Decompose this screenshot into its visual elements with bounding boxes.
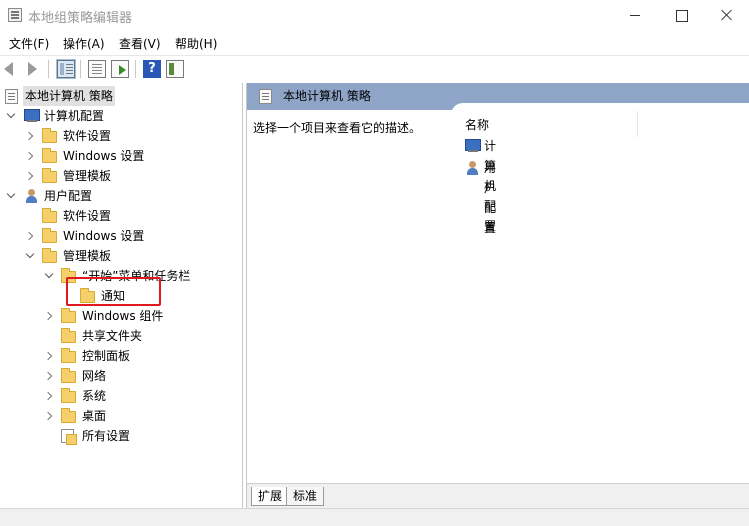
help-icon[interactable]: ? [143, 60, 161, 78]
policy-doc-icon [5, 89, 18, 104]
tree-pane-icon[interactable] [56, 59, 76, 79]
folder-icon [61, 348, 76, 363]
computer-icon [465, 139, 481, 153]
tree-item-label: 软件设置 [63, 209, 112, 223]
tree-item-desktop[interactable]: 桌面 [0, 406, 240, 426]
forward-arrow-icon[interactable] [28, 62, 37, 76]
all-settings-icon [61, 429, 77, 445]
maximize-button[interactable] [658, 0, 704, 31]
user-icon [24, 189, 40, 204]
tree-item-label: 共享文件夹 [82, 329, 143, 343]
folder-icon [61, 308, 76, 323]
folder-icon [42, 148, 57, 163]
folder-icon [61, 408, 76, 423]
close-button[interactable] [704, 0, 749, 31]
expand-chevron-icon[interactable] [44, 269, 54, 279]
menu-help[interactable]: 帮助(H) [175, 35, 217, 52]
policy-doc-icon [259, 89, 272, 104]
status-bar [0, 508, 749, 526]
folder-icon [61, 368, 76, 383]
tree-item-label: 系统 [82, 389, 107, 403]
tree-item-user-config[interactable]: 用户配置 [0, 186, 240, 206]
export-list-icon[interactable] [111, 60, 129, 78]
tree-item-label: 网络 [82, 369, 107, 383]
menu-bar: 文件(F) 操作(A) 查看(V) 帮助(H) [0, 33, 749, 54]
expand-chevron-icon[interactable] [25, 249, 35, 259]
collapse-chevron-icon[interactable] [43, 411, 53, 421]
folder-icon [42, 168, 57, 183]
tree-item-admin-templates[interactable]: 管理模板 [0, 246, 240, 266]
tree-item-label: Windows 设置 [63, 229, 145, 243]
tree-item-shared-folders[interactable]: 共享文件夹 [0, 326, 240, 346]
tab-extended[interactable]: 扩展 [251, 487, 290, 506]
detail-list[interactable]: 名称 计算机配置 用户配置 [451, 103, 749, 485]
tree-item-computer-config[interactable]: 计算机配置 [0, 106, 240, 126]
view-icon[interactable] [166, 60, 184, 78]
tree-root[interactable]: 本地计算机 策略 [0, 86, 240, 106]
folder-icon [42, 128, 57, 143]
properties-icon[interactable] [88, 60, 106, 78]
tab-standard[interactable]: 标准 [286, 487, 325, 506]
menu-view[interactable]: 查看(V) [119, 35, 161, 52]
column-separator[interactable] [637, 111, 638, 137]
tree-item-software-settings[interactable]: 软件设置 [0, 206, 240, 226]
column-header-name[interactable]: 名称 [465, 116, 489, 133]
tree-item-software-settings[interactable]: 软件设置 [0, 126, 240, 146]
collapse-chevron-icon[interactable] [43, 391, 53, 401]
title-bar: 本地组策略编辑器 [0, 0, 749, 31]
list-item-label: 用户配置 [484, 161, 497, 235]
expand-chevron-icon[interactable] [6, 189, 16, 199]
tree-item-label: Windows 组件 [82, 309, 164, 323]
tree-item-label: 桌面 [82, 409, 107, 423]
detail-pane: 本地计算机 策略 选择一个项目来查看它的描述。 名称 计算机配置 用户配置 扩展… [246, 83, 749, 508]
tree-item-all-settings[interactable]: 所有设置 [0, 426, 240, 446]
tree-item-label: 用户配置 [44, 189, 93, 203]
tree-item-control-panel[interactable]: 控制面板 [0, 346, 240, 366]
tree-item-label: 控制面板 [82, 349, 131, 363]
collapse-chevron-icon[interactable] [24, 131, 34, 141]
folder-icon [42, 228, 57, 243]
window-title: 本地组策略编辑器 [28, 11, 133, 26]
highlight-annotation [66, 277, 161, 306]
minimize-button[interactable] [612, 0, 658, 31]
tree-item-windows-settings[interactable]: Windows 设置 [0, 146, 240, 166]
tree-item-label: 计算机配置 [44, 109, 105, 123]
detail-description: 选择一个项目来查看它的描述。 [253, 121, 422, 135]
toolbar: ? [0, 55, 749, 82]
tree-item-label: 软件设置 [63, 129, 112, 143]
folder-icon [61, 388, 76, 403]
folder-icon [42, 208, 57, 223]
tree-item-admin-templates[interactable]: 管理模板 [0, 166, 240, 186]
computer-icon [24, 109, 40, 123]
toolbar-separator [80, 60, 81, 78]
view-tabs: 扩展 标准 [247, 483, 749, 508]
collapse-chevron-icon[interactable] [24, 151, 34, 161]
back-arrow-icon[interactable] [4, 62, 13, 76]
tree-item-system[interactable]: 系统 [0, 386, 240, 406]
menu-file[interactable]: 文件(F) [9, 35, 49, 52]
tree-item-windows-settings[interactable]: Windows 设置 [0, 226, 240, 246]
tree-item-network[interactable]: 网络 [0, 366, 240, 386]
tree-item-label: 管理模板 [63, 249, 112, 263]
tree-root-label: 本地计算机 策略 [23, 86, 115, 106]
tree-item-label: Windows 设置 [63, 149, 145, 163]
detail-header-title: 本地计算机 策略 [283, 89, 371, 103]
app-icon [8, 8, 22, 22]
collapse-chevron-icon[interactable] [43, 371, 53, 381]
tree-item-windows-components[interactable]: Windows 组件 [0, 306, 240, 326]
collapse-chevron-icon[interactable] [24, 171, 34, 181]
toolbar-separator [48, 60, 49, 78]
collapse-chevron-icon[interactable] [24, 231, 34, 241]
folder-icon [42, 248, 57, 263]
tree-item-label: 所有设置 [82, 429, 131, 443]
tree-item-label: 管理模板 [63, 169, 112, 183]
toolbar-separator [135, 60, 136, 78]
menu-action[interactable]: 操作(A) [63, 35, 105, 52]
collapse-chevron-icon[interactable] [43, 351, 53, 361]
user-icon [465, 161, 481, 176]
collapse-chevron-icon[interactable] [43, 311, 53, 321]
expand-chevron-icon[interactable] [6, 109, 16, 119]
folder-icon [61, 328, 76, 343]
